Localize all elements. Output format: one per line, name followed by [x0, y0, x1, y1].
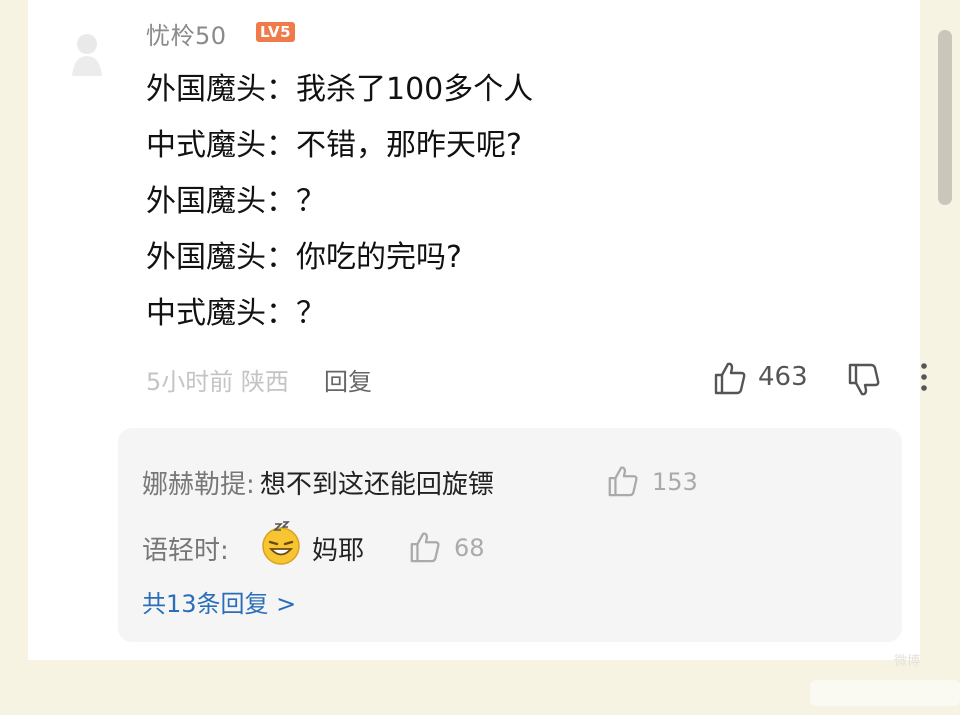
reply-like-count: 68	[454, 534, 485, 562]
comment-line: 外国魔头：？	[146, 184, 326, 219]
thumbs-down-icon[interactable]	[846, 362, 882, 398]
thumbs-up-icon[interactable]	[408, 530, 442, 564]
comment-line: 外国魔头：你吃的完吗?	[146, 240, 462, 275]
username[interactable]: 忧柃50	[146, 16, 227, 51]
like-count: 463	[758, 362, 808, 392]
reply-text: 想不到这还能回旋镖	[259, 470, 494, 500]
more-vertical-icon[interactable]	[918, 362, 930, 392]
reply-like-count: 153	[652, 468, 698, 496]
reply-item[interactable]: 语轻时:	[142, 530, 229, 570]
replies-panel: 娜赫勒提: 想不到这还能回旋镖 153 语轻时: 妈耶 68 共13条回复 >	[118, 428, 902, 642]
reply-author[interactable]: 语轻时:	[142, 536, 229, 566]
comment-line: 中式魔头：？	[146, 296, 326, 331]
reply-item[interactable]: 娜赫勒提: 想不到这还能回旋镖	[142, 464, 494, 504]
thumbs-up-icon[interactable]	[712, 360, 748, 396]
comment-line: 中式魔头：不错，那昨天呢?	[146, 128, 522, 163]
avatar-icon[interactable]	[68, 30, 106, 78]
view-all-replies-link[interactable]: 共13条回复 >	[142, 584, 296, 619]
reply-text: 妈耶	[312, 536, 365, 566]
comment-time-location: 5小时前 陕西	[146, 368, 289, 396]
comment-body: 外国魔头：我杀了100多个人 中式魔头：不错，那昨天呢? 外国魔头：？ 外国魔头…	[146, 70, 533, 350]
level-badge: LV5	[256, 22, 296, 42]
grinning-sweat-emoji-icon	[262, 521, 300, 565]
watermark-logo-icon	[810, 680, 960, 706]
scrollbar[interactable]	[938, 30, 952, 205]
reply-button[interactable]: 回复	[324, 362, 372, 397]
comment-line: 外国魔头：我杀了100多个人	[146, 72, 534, 107]
reply-author[interactable]: 娜赫勒提:	[142, 470, 255, 500]
thumbs-up-icon[interactable]	[606, 464, 640, 498]
watermark-text: 微博	[894, 654, 921, 669]
